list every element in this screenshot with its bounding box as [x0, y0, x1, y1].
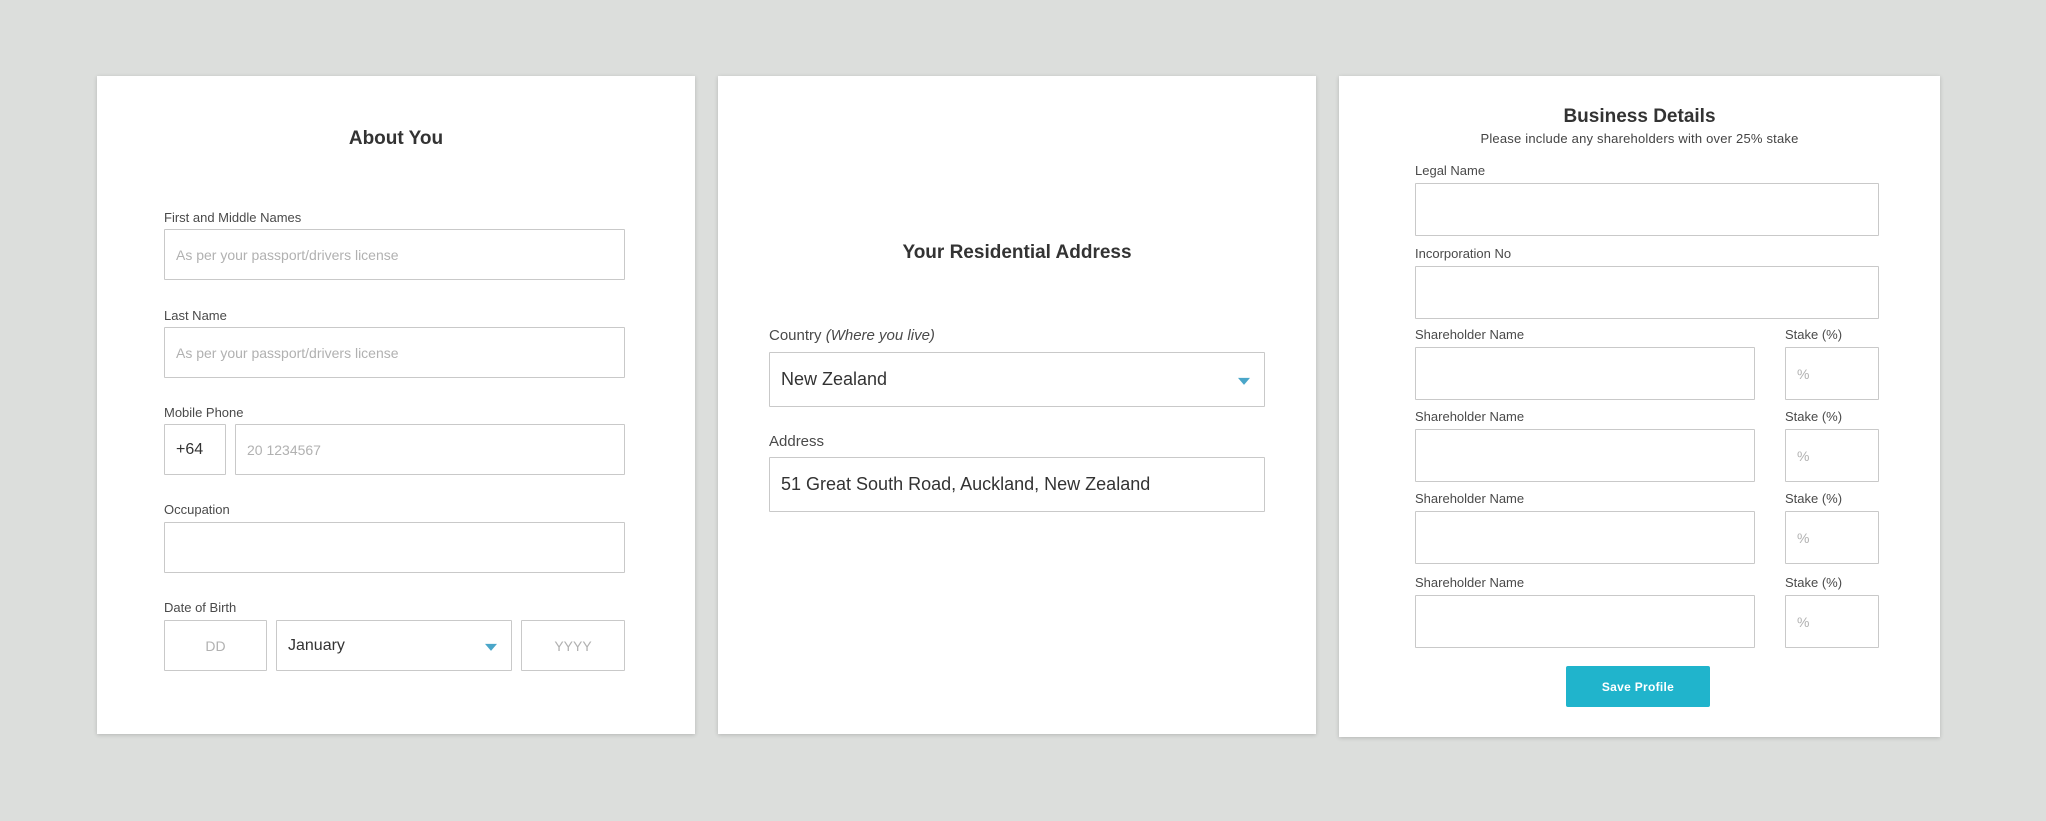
- shareholder-name-field[interactable]: [1415, 595, 1755, 648]
- residential-address-card: Your Residential Address Country (Where …: [718, 76, 1316, 734]
- country-value: New Zealand: [781, 369, 888, 389]
- stake-label: Stake (%): [1785, 575, 1843, 590]
- shareholder-name-field[interactable]: [1415, 429, 1755, 482]
- residential-address-title: Your Residential Address: [902, 242, 1132, 263]
- business-details-card: Business Details Please include any shar…: [1339, 76, 1940, 737]
- address-value: 51 Great South Road, Auckland, New Zeala…: [781, 474, 1151, 494]
- mobile-phone-label: Mobile Phone: [164, 405, 244, 420]
- country-code-value: +64: [176, 440, 204, 458]
- country-select[interactable]: New Zealand: [769, 352, 1265, 407]
- shareholder-name-label: Shareholder Name: [1415, 491, 1525, 506]
- occupation-label: Occupation: [164, 502, 230, 517]
- last-name-input[interactable]: [165, 328, 624, 377]
- shareholder-name-field[interactable]: [1415, 511, 1755, 564]
- shareholder-name-input[interactable]: [1416, 430, 1754, 481]
- business-details-title: Business Details: [1563, 106, 1716, 127]
- country-label-text: Country: [769, 327, 822, 344]
- shareholder-name-label: Shareholder Name: [1415, 327, 1525, 342]
- legal-name-field[interactable]: [1415, 183, 1879, 236]
- stake-label: Stake (%): [1785, 327, 1843, 342]
- first-names-input[interactable]: [165, 230, 624, 279]
- shareholder-name-label: Shareholder Name: [1415, 575, 1525, 590]
- occupation-input[interactable]: [165, 523, 624, 572]
- address-label: Address: [769, 433, 825, 450]
- shareholder-name-field[interactable]: [1415, 347, 1755, 400]
- stake-label: Stake (%): [1785, 491, 1843, 506]
- first-names-label: First and Middle Names: [164, 210, 302, 225]
- about-you-title: About You: [348, 128, 444, 149]
- first-names-field[interactable]: [164, 229, 625, 280]
- address-field[interactable]: 51 Great South Road, Auckland, New Zeala…: [769, 457, 1265, 512]
- incorporation-label: Incorporation No: [1415, 246, 1512, 261]
- stake-input[interactable]: [1786, 430, 1878, 481]
- mobile-phone-field[interactable]: [235, 424, 625, 475]
- shareholder-name-input[interactable]: [1416, 348, 1754, 399]
- dob-year-input[interactable]: [522, 621, 624, 670]
- stake-input[interactable]: [1786, 348, 1878, 399]
- stake-field[interactable]: [1785, 347, 1879, 400]
- chevron-down-icon: [485, 643, 497, 651]
- stake-input[interactable]: [1786, 512, 1878, 563]
- shareholder-name-input[interactable]: [1416, 596, 1754, 647]
- last-name-field[interactable]: [164, 327, 625, 378]
- stake-input[interactable]: [1786, 596, 1878, 647]
- stake-label: Stake (%): [1785, 409, 1843, 424]
- mobile-phone-input[interactable]: [236, 425, 624, 474]
- business-details-subtitle: Please include any shareholders with ove…: [1480, 131, 1799, 146]
- shareholder-name-input[interactable]: [1416, 512, 1754, 563]
- country-code-field[interactable]: +64: [164, 424, 226, 475]
- dob-month-value: January: [288, 636, 345, 654]
- occupation-field[interactable]: [164, 522, 625, 573]
- incorporation-field[interactable]: [1415, 266, 1879, 319]
- legal-name-input[interactable]: [1416, 184, 1878, 235]
- incorporation-input[interactable]: [1416, 267, 1878, 318]
- country-label-hint: (Where you live): [825, 327, 935, 344]
- dob-day-input[interactable]: [165, 621, 266, 670]
- legal-name-label: Legal Name: [1415, 163, 1486, 178]
- stake-field[interactable]: [1785, 511, 1879, 564]
- dob-day-field[interactable]: [164, 620, 267, 671]
- chevron-down-icon: [1238, 377, 1250, 385]
- stake-field[interactable]: [1785, 429, 1879, 482]
- save-profile-button[interactable]: Save Profile: [1566, 666, 1710, 707]
- about-you-card: About You First and Middle Names Last Na…: [97, 76, 695, 734]
- stake-field[interactable]: [1785, 595, 1879, 648]
- dob-month-select[interactable]: January: [276, 620, 512, 671]
- last-name-label: Last Name: [164, 308, 227, 323]
- shareholder-name-label: Shareholder Name: [1415, 409, 1525, 424]
- country-label: Country (Where you live): [769, 327, 935, 344]
- dob-year-field[interactable]: [521, 620, 625, 671]
- dob-label: Date of Birth: [164, 600, 237, 615]
